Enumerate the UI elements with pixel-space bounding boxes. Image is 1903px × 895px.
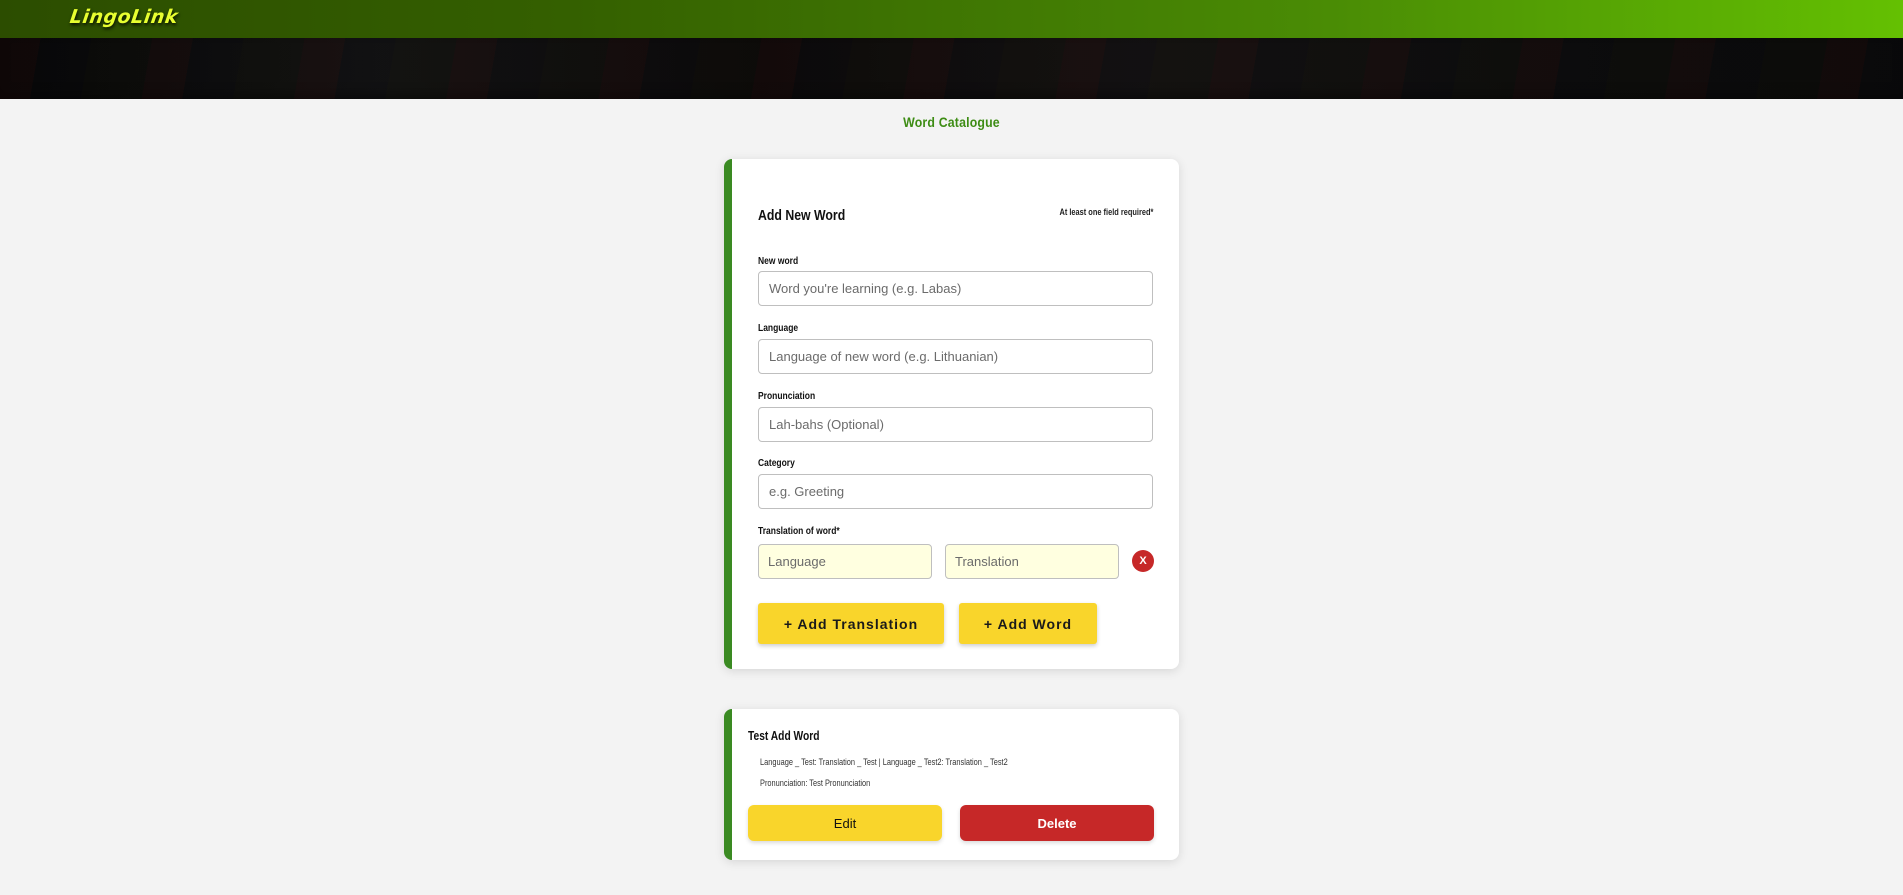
language-label: Language xyxy=(758,323,799,334)
translation-text-input[interactable] xyxy=(945,544,1119,579)
page-title: Word Catalogue xyxy=(903,114,1000,130)
edit-button[interactable]: Edit xyxy=(748,805,942,841)
word-card: Test Add Word Language _ Test: Translati… xyxy=(724,709,1179,860)
language-input[interactable] xyxy=(758,339,1153,374)
add-word-button[interactable]: + Add Word xyxy=(959,603,1097,644)
word-title: Test Add Word xyxy=(748,729,820,743)
delete-button[interactable]: Delete xyxy=(960,805,1154,841)
category-input[interactable] xyxy=(758,474,1153,509)
hero-banner xyxy=(0,38,1903,99)
pronunciation-input[interactable] xyxy=(758,407,1153,442)
new-word-input[interactable] xyxy=(758,271,1153,306)
form-heading: Add New Word xyxy=(758,207,846,224)
top-navbar: LingoLink xyxy=(0,0,1903,38)
add-word-form: Add New Word At least one field required… xyxy=(724,159,1179,669)
brand-logo[interactable]: LingoLink xyxy=(68,6,179,28)
pronunciation-label: Pronunciation xyxy=(758,391,816,402)
word-pronunciation: Pronunciation: Test Pronunciation xyxy=(760,778,871,789)
new-word-label: New word xyxy=(758,256,799,267)
add-translation-button[interactable]: + Add Translation xyxy=(758,603,944,644)
translation-language-input[interactable] xyxy=(758,544,932,579)
required-note: At least one field required* xyxy=(1059,207,1153,218)
category-label: Category xyxy=(758,458,795,469)
word-translations: Language _ Test: Translation _ Test | La… xyxy=(760,757,1008,768)
translation-label: Translation of word* xyxy=(758,526,840,537)
remove-translation-button[interactable]: X xyxy=(1132,550,1154,572)
